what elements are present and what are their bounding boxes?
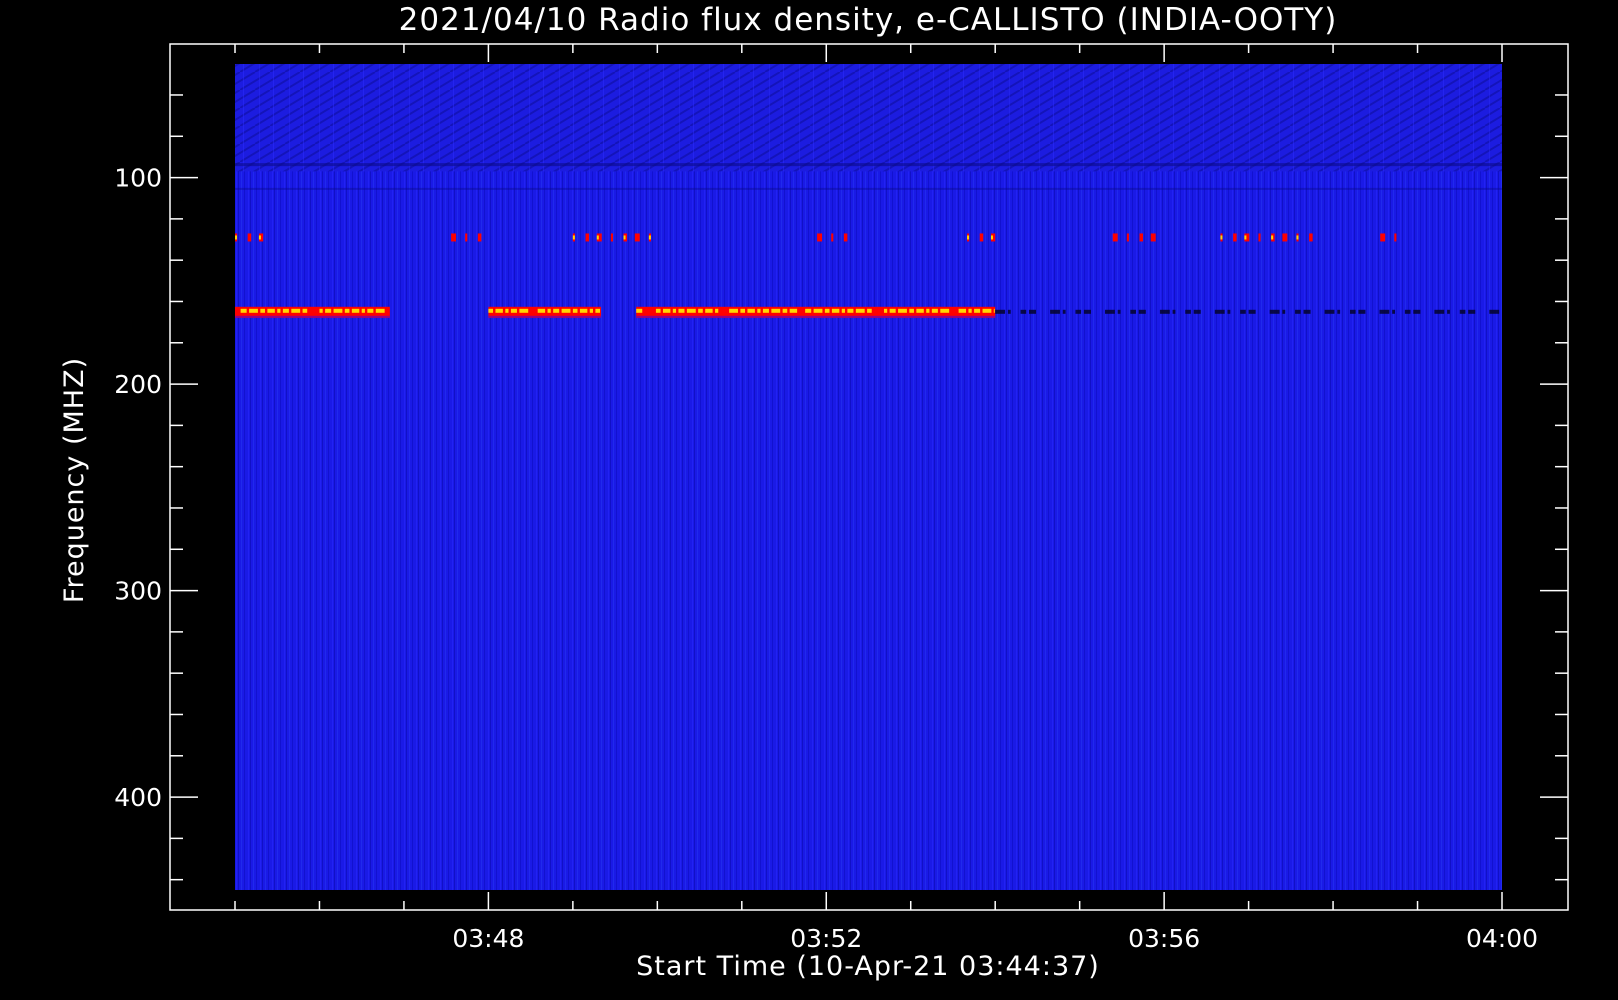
chart-title: 2021/04/10 Radio flux density, e-CALLIST… (399, 2, 1338, 38)
spectrogram-chart: 03:48 03:52 03:56 04:00 100 200 300 400 2021/04… (59, 2, 1569, 982)
y-tick-label: 200 (114, 370, 162, 399)
y-axis-label: Frequency (MHZ) (59, 357, 90, 603)
x-tick-label: 03:48 (452, 924, 524, 953)
heatmap-upper-texture (235, 64, 1502, 172)
heatmap-area (235, 64, 1502, 890)
x-tick-label: 03:52 (790, 924, 862, 953)
heatmap-dark-line (235, 187, 1502, 190)
heatmap-dark-line (235, 163, 1502, 167)
x-tick-label: 03:56 (1128, 924, 1200, 953)
strong-band-segment (488, 306, 602, 318)
x-tick-label: 04:00 (1466, 924, 1538, 953)
strong-band-segment (235, 306, 390, 318)
strong-band-segment (636, 306, 996, 318)
y-tick-label: 300 (114, 577, 162, 606)
y-tick-label: 100 (114, 164, 162, 193)
y-tick-label: 400 (114, 783, 162, 812)
x-axis-label: Start Time (10-Apr-21 03:44:37) (636, 951, 1100, 982)
